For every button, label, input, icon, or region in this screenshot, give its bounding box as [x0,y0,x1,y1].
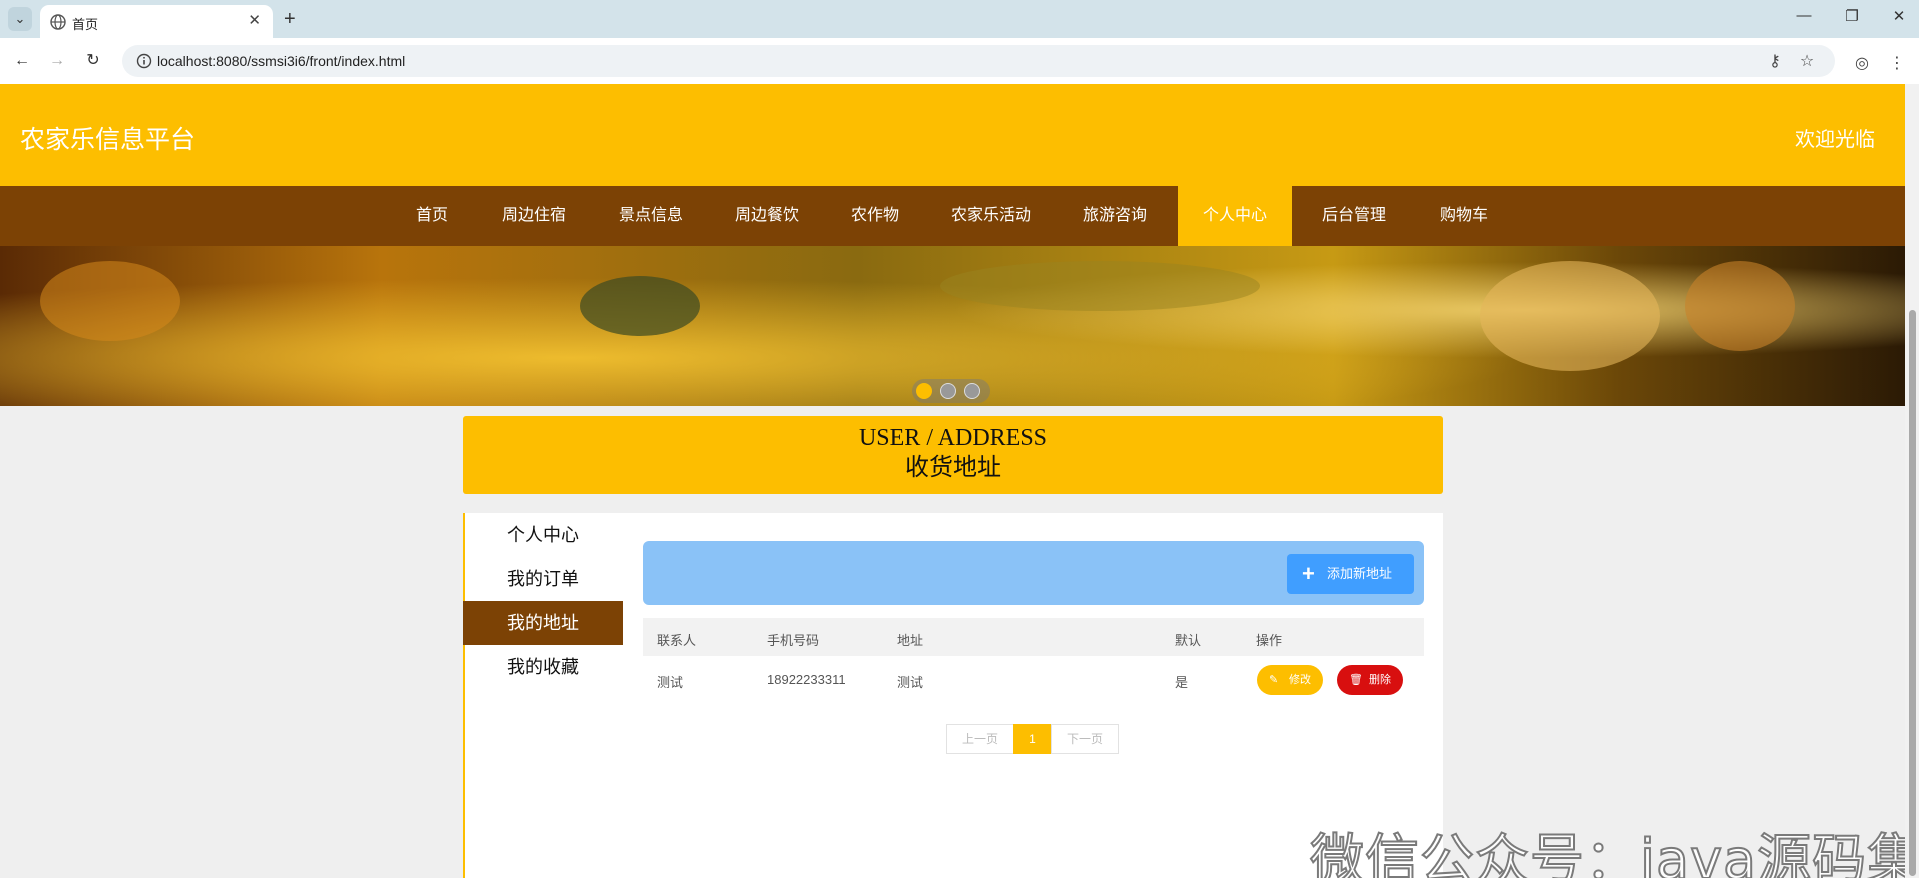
next-page-button[interactable]: 下一页 [1051,724,1119,754]
welcome-text: 欢迎光临 [1795,129,1875,151]
close-window-button[interactable]: ✕ [1887,7,1911,25]
cell-contact: 测试 [657,675,684,690]
table-row: 测试 18922233311 测试 是 ✎ 修改 🗑 删除 [643,656,1424,702]
nav-item-activities[interactable]: 农家乐活动 [936,186,1046,246]
address-panel-header: + 添加新地址 [643,541,1424,605]
cell-default: 是 [1175,675,1189,690]
add-address-label: 添加新地址 [1327,566,1393,581]
forward-icon[interactable]: → [45,49,69,73]
browser-toolbar: ← → ↻ localhost:8080/ssmsi3i6/front/inde… [0,38,1919,84]
key-icon[interactable]: ⚷ [1765,51,1785,71]
star-icon[interactable]: ☆ [1797,51,1817,71]
close-icon[interactable]: ✕ [248,11,261,29]
nav-item-admin[interactable]: 后台管理 [1308,186,1400,246]
edit-label: 修改 [1289,674,1311,686]
back-icon[interactable]: ← [10,49,34,73]
banner-carousel[interactable] [0,246,1905,406]
tab-search-button[interactable]: ⌄ [8,7,32,31]
plus-icon: + [1302,561,1315,586]
site-header: 农家乐信息平台 欢迎光临 [0,84,1905,186]
section-title: USER / ADDRESS 收货地址 [463,416,1443,494]
carousel-dot[interactable] [916,383,932,399]
browser-tab[interactable]: 首页 ✕ [40,5,273,38]
edit-button[interactable]: ✎ 修改 [1257,665,1323,695]
cell-phone: 18922233311 [767,672,846,687]
globe-icon [50,14,66,30]
nav-item-lodging[interactable]: 周边住宿 [484,186,584,246]
sidebar-item-address[interactable]: 我的地址 [463,601,623,645]
nav-item-cart[interactable]: 购物车 [1420,186,1508,246]
sidebar-item-orders[interactable]: 我的订单 [463,557,623,601]
column-header: 默认 [1175,633,1202,648]
nav-item-scenic[interactable]: 景点信息 [600,186,702,246]
minimize-button[interactable]: — [1792,7,1816,24]
page-scrollbar[interactable] [1905,84,1919,878]
nav-item-dining[interactable]: 周边餐饮 [716,186,818,246]
main-nav: 首页 周边住宿 景点信息 周边餐饮 农作物 农家乐活动 旅游咨询 个人中心 后台… [0,186,1905,246]
column-header: 联系人 [657,633,697,648]
prev-page-button[interactable]: 上一页 [946,724,1014,754]
content-panel: 个人中心 我的订单 我的地址 我的收藏 + 添加新地址 联系人 手机号码 地址 … [463,513,1443,878]
pencil-icon: ✎ [1269,674,1279,686]
url-text[interactable]: localhost:8080/ssmsi3i6/front/index.html [157,53,405,69]
more-icon[interactable]: ⋮ [1886,53,1908,73]
new-tab-button[interactable]: + [284,7,296,31]
section-title-en: USER / ADDRESS [858,425,1048,451]
sidebar-item-favorites[interactable]: 我的收藏 [463,645,623,689]
carousel-dot[interactable] [964,383,980,399]
nav-item-crops[interactable]: 农作物 [832,186,918,246]
carousel-dot[interactable] [940,383,956,399]
table-header: 联系人 手机号码 地址 默认 操作 [643,618,1424,656]
carousel-indicators [912,379,990,403]
nav-item-user-center[interactable]: 个人中心 [1178,186,1292,246]
info-icon[interactable] [136,53,152,69]
column-header: 地址 [897,633,924,648]
delete-button[interactable]: 🗑 删除 [1337,665,1403,695]
page-number-1[interactable]: 1 [1013,724,1052,754]
profile-icon[interactable]: ◎ [1851,53,1873,73]
section-title-zh: 收货地址 [905,453,1001,481]
delete-label: 删除 [1369,674,1391,686]
nav-item-home[interactable]: 首页 [403,186,461,246]
site-title: 农家乐信息平台 [20,126,196,154]
reload-icon[interactable]: ↻ [81,49,105,73]
column-header: 手机号码 [767,633,820,648]
column-header: 操作 [1256,633,1283,648]
add-address-button[interactable]: + 添加新地址 [1287,554,1414,594]
address-bar[interactable]: localhost:8080/ssmsi3i6/front/index.html… [122,45,1835,77]
tab-title: 首页 [72,17,99,32]
sidebar-item-user-center[interactable]: 个人中心 [463,513,623,557]
trash-icon: 🗑 [1349,674,1363,686]
cell-address: 测试 [897,675,924,690]
browser-tab-strip: ⌄ 首页 ✕ + — ❐ ✕ [0,0,1919,38]
watermark-text: 微信公众号：java源码集合 [1309,827,1905,878]
page: 农家乐信息平台 欢迎光临 首页 周边住宿 景点信息 周边餐饮 农作物 农家乐活动… [0,84,1905,878]
nav-item-consult[interactable]: 旅游咨询 [1062,186,1168,246]
scrollbar-thumb[interactable] [1909,310,1916,876]
restore-button[interactable]: ❐ [1840,7,1864,25]
